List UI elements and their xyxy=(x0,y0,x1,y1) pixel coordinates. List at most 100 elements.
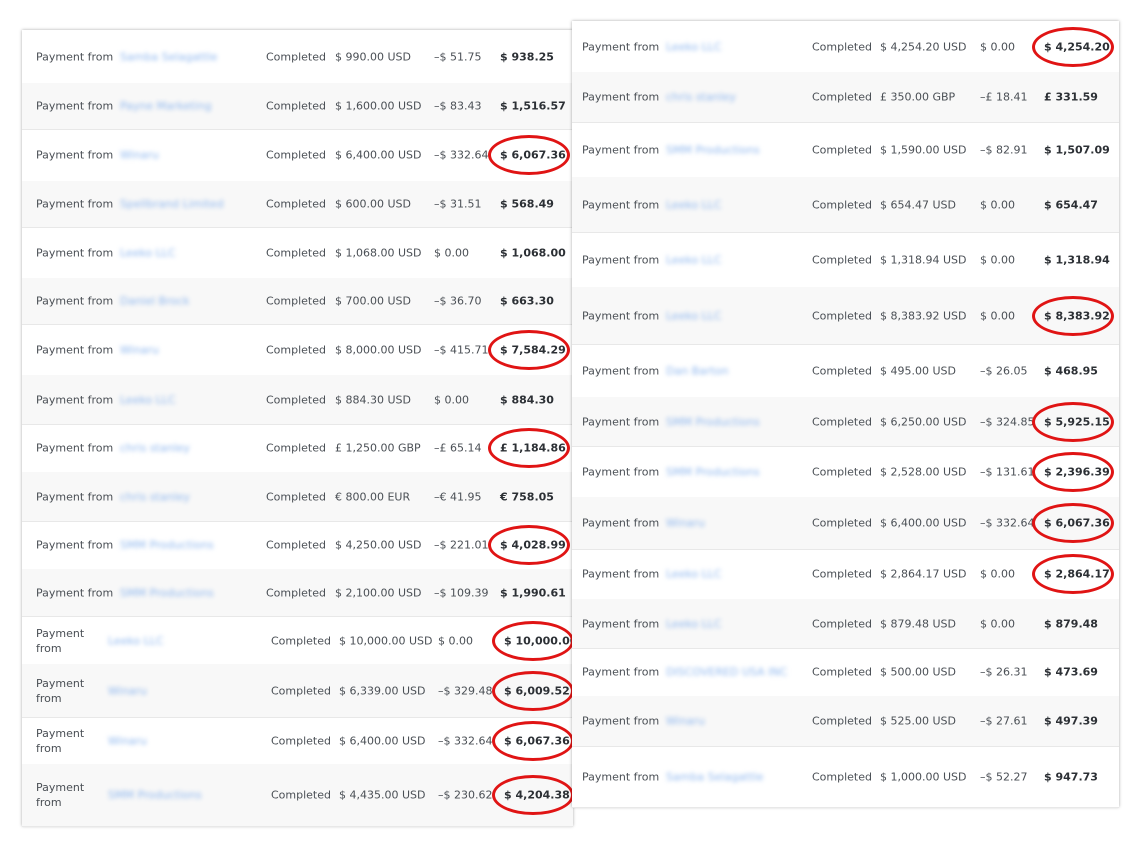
payer-name-link[interactable]: Samba Selagattle xyxy=(120,50,217,63)
transaction-row[interactable]: Payment from Winaru Completed $ 6,339.00 US… xyxy=(22,664,574,718)
transaction-row[interactable]: Payment from chris stanley Completed £ 350.… xyxy=(572,72,1119,123)
transaction-row[interactable]: Payment from DISCOVERED USA INC Completed $… xyxy=(572,648,1119,697)
gross-amount: $ 500.00 USD xyxy=(880,665,956,679)
payer-name-link[interactable]: SMM Productions xyxy=(666,143,760,156)
payer-name-link[interactable]: Dan Barton xyxy=(666,364,729,377)
payer-name-link[interactable]: Winaru xyxy=(666,517,705,530)
transaction-row[interactable]: Payment from Dan Barton Completed $ 495.00 … xyxy=(572,344,1119,398)
payer-name-link[interactable]: Daniel Brock xyxy=(120,295,190,308)
transaction-row[interactable]: Payment from Leeko LLC Completed $ 4,254.20… xyxy=(572,21,1119,73)
net-amount: $ 4,028.99 xyxy=(500,538,566,552)
payer-name-link[interactable]: Winaru xyxy=(666,715,705,728)
status-text: Completed xyxy=(812,465,872,478)
payer-name-link[interactable]: Winaru xyxy=(120,343,159,356)
gross-amount: $ 495.00 USD xyxy=(880,364,956,377)
fee-amount: –$ 31.51 xyxy=(434,197,482,211)
gross-amount: $ 1,000.00 USD xyxy=(880,770,967,783)
fee-amount: –$ 109.39 xyxy=(434,586,489,599)
transaction-row[interactable]: Payment from SMM Productions Completed $ 6,… xyxy=(572,397,1119,447)
status-text: Completed xyxy=(266,99,326,113)
gross-amount: $ 2,100.00 USD xyxy=(335,586,422,599)
status-text: Completed xyxy=(812,198,872,211)
payer-name-link[interactable]: DISCOVERED USA INC xyxy=(666,666,787,679)
transaction-row[interactable]: Payment from SMM Productions Completed $ 2,… xyxy=(572,446,1119,498)
transaction-row[interactable]: Payment from Winaru Completed $ 6,400.00 US… xyxy=(22,129,573,182)
payer-name-link[interactable]: Leeko LLC xyxy=(108,634,164,647)
status-text: Completed xyxy=(812,40,872,53)
transaction-row[interactable]: Payment from Payne Marketing Completed $ 1,… xyxy=(22,83,573,130)
transaction-row[interactable]: Payment from Leeko LLC Completed $ 2,864.17… xyxy=(572,549,1119,600)
payer-name-link[interactable]: Samba Selagattle xyxy=(666,770,763,783)
transaction-row[interactable]: Payment from Winaru Completed $ 8,000.00 US… xyxy=(22,324,573,376)
payer-name-link[interactable]: SMM Productions xyxy=(120,539,214,552)
payer-name-link[interactable]: Winaru xyxy=(108,734,147,747)
payer-name-link[interactable]: Leeko LLC xyxy=(666,198,722,211)
net-amount: $ 1,516.57 xyxy=(500,99,566,113)
transaction-row[interactable]: Payment from chris stanley Completed € 800.… xyxy=(22,472,573,522)
transaction-row[interactable]: Payment from Leeko LLC Completed $ 1,318.94… xyxy=(572,232,1119,289)
transaction-row[interactable]: Payment from Leeko LLC Completed $ 8,383.92… xyxy=(572,287,1119,345)
transaction-row[interactable]: Payment from Leeko LLC Completed $ 1,068.00… xyxy=(22,227,573,279)
gross-amount: $ 6,339.00 USD xyxy=(339,684,426,697)
payer-name-link[interactable]: Leeko LLC xyxy=(666,309,722,322)
transaction-row[interactable]: Payment from Leeko LLC Completed $ 654.47 U… xyxy=(572,177,1119,233)
payer-name-link[interactable]: Payne Marketing xyxy=(120,100,211,113)
payer-name-link[interactable]: Winaru xyxy=(108,684,147,697)
payment-from-label: Payment from xyxy=(36,99,114,113)
net-amount: $ 4,254.20 xyxy=(1044,40,1110,53)
payer-name-link[interactable]: Leeko LLC xyxy=(666,40,722,53)
payment-from-label: Payment from xyxy=(582,465,660,478)
transaction-row[interactable]: Payment from Daniel Brock Completed $ 700.0… xyxy=(22,278,573,325)
payer-name-link[interactable]: Leeko LLC xyxy=(666,568,722,581)
status-text: Completed xyxy=(271,684,331,697)
transaction-row[interactable]: Payment from Leeko LLC Completed $ 884.30 U… xyxy=(22,375,573,425)
payment-from-label: Payment from xyxy=(36,246,114,259)
payer-name-link[interactable]: SMM Productions xyxy=(666,415,760,428)
gross-amount: $ 6,400.00 USD xyxy=(335,148,422,162)
fee-amount: $ 0.00 xyxy=(980,567,1015,581)
fee-amount: $ 0.00 xyxy=(980,309,1015,322)
payment-from-label: Payment from xyxy=(582,364,660,377)
payer-name-link[interactable]: Winaru xyxy=(120,149,159,162)
transaction-row[interactable]: Payment from SMM Productions Completed $ 4,… xyxy=(22,764,574,827)
payment-from-label: Payment from xyxy=(36,586,114,599)
net-amount: $ 5,925.15 xyxy=(1044,415,1110,428)
transaction-row[interactable]: Payment from Winaru Completed $ 6,400.00 US… xyxy=(572,497,1119,550)
transaction-row[interactable]: Payment from Leeko LLC Completed $ 879.48 U… xyxy=(572,599,1119,649)
payment-from-label: Payment from xyxy=(582,415,660,428)
gross-amount: £ 1,250.00 GBP xyxy=(335,441,421,455)
transaction-row[interactable]: Payment from chris stanley Completed £ 1,25… xyxy=(22,424,573,473)
transaction-row[interactable]: Payment from Leeko LLC Completed $ 10,000.0… xyxy=(22,617,577,665)
payer-name-link[interactable]: chris stanley xyxy=(666,91,736,104)
payer-name-link[interactable]: Leeko LLC xyxy=(666,617,722,630)
transaction-row[interactable]: Payment from SMM Productions Completed $ 1,… xyxy=(572,122,1119,178)
payer-name-link[interactable]: Spellbrand Limited xyxy=(120,198,224,211)
payment-from-label: Payment from xyxy=(582,40,660,53)
payment-from-label: Payment from xyxy=(582,567,660,581)
status-text: Completed xyxy=(812,309,872,322)
payment-from-label: Payment from xyxy=(36,626,85,655)
net-amount: $ 2,864.17 xyxy=(1044,567,1110,581)
payer-name-link[interactable]: SMM Productions xyxy=(108,789,202,802)
transaction-row[interactable]: Payment from SMM Productions Completed $ 4,… xyxy=(22,521,573,570)
transaction-row[interactable]: Payment from Samba Selagattle Completed $ 1… xyxy=(572,746,1119,808)
fee-amount: $ 0.00 xyxy=(438,634,473,647)
transaction-row[interactable]: Payment from Winaru Completed $ 525.00 USD –… xyxy=(572,696,1119,747)
transaction-row[interactable]: Payment from SMM Productions Completed $ 2,… xyxy=(22,569,573,617)
payer-name-link[interactable]: SMM Productions xyxy=(120,586,214,599)
payer-name-link[interactable]: Leeko LLC xyxy=(120,246,176,259)
transaction-row[interactable]: Payment from Samba Selagattle Completed $ 9… xyxy=(22,30,573,84)
payer-name-link[interactable]: chris stanley xyxy=(120,490,190,503)
payer-name-link[interactable]: SMM Productions xyxy=(666,465,760,478)
payer-name-link[interactable]: chris stanley xyxy=(120,442,190,455)
payment-from-label: Payment from xyxy=(36,781,85,809)
payment-from-label: Payment from xyxy=(36,343,114,356)
payer-name-link[interactable]: Leeko LLC xyxy=(120,393,176,406)
transaction-row[interactable]: Payment from Spellbrand Limited Completed $… xyxy=(22,181,573,228)
gross-amount: $ 1,590.00 USD xyxy=(880,143,967,156)
gross-amount: $ 1,318.94 USD xyxy=(880,253,967,267)
net-amount: $ 8,383.92 xyxy=(1044,309,1110,322)
payer-name-link[interactable]: Leeko LLC xyxy=(666,254,722,267)
status-text: Completed xyxy=(812,415,872,428)
transaction-row[interactable]: Payment from Winaru Completed $ 6,400.00 US… xyxy=(22,717,574,765)
